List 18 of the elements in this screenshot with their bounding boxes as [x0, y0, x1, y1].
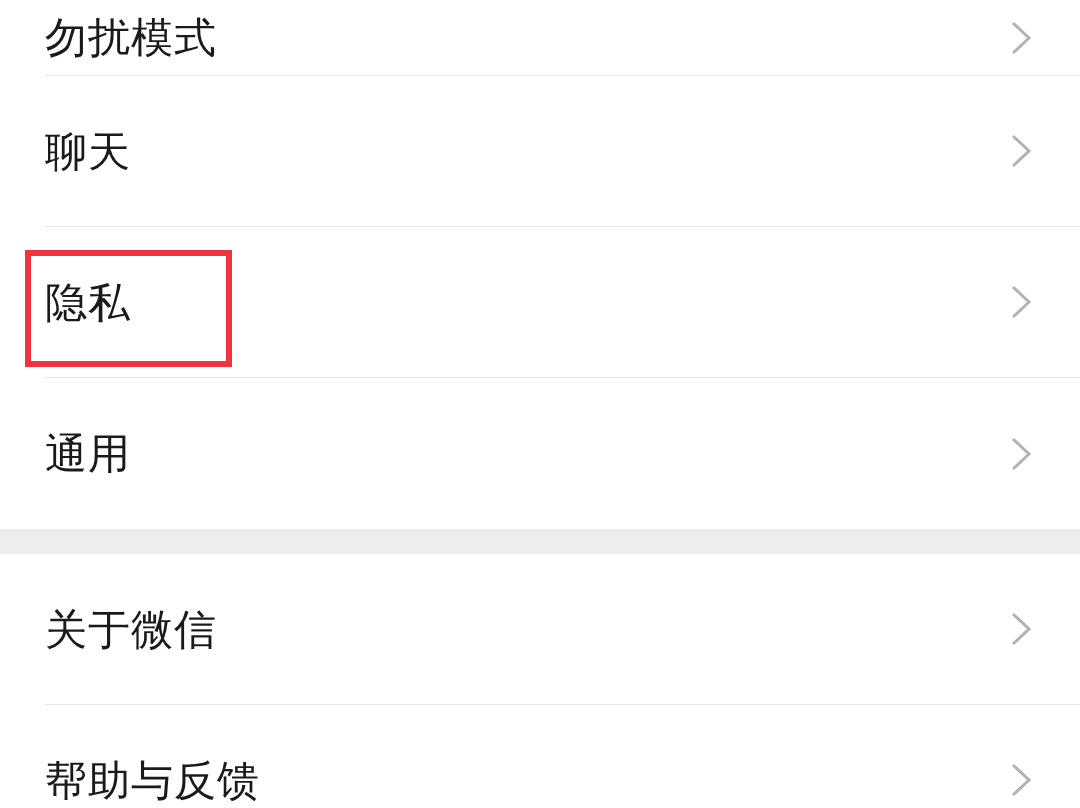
item-label: 关于微信 [45, 603, 217, 656]
item-label: 帮助与反馈 [45, 755, 260, 807]
settings-item[interactable]: 帮助与反馈 [0, 705, 1080, 808]
item-label: 隐私 [45, 276, 131, 329]
settings-item[interactable]: 关于微信 [0, 554, 1080, 705]
settings-item[interactable]: 隐私 [0, 227, 1080, 378]
item-label: 聊天 [45, 125, 131, 178]
chevron-right-icon [1010, 611, 1032, 647]
settings-item[interactable]: 勿扰模式 [0, 0, 1080, 76]
chevron-right-icon [1010, 19, 1032, 56]
chevron-right-icon [1010, 435, 1032, 472]
chevron-right-icon [1010, 133, 1032, 169]
settings-item[interactable]: 通用 [0, 378, 1080, 529]
item-label: 勿扰模式 [45, 12, 217, 64]
chevron-right-icon [1010, 284, 1032, 320]
item-label: 通用 [45, 428, 131, 480]
chevron-right-icon [1010, 762, 1032, 798]
settings-item[interactable]: 聊天 [0, 76, 1080, 227]
